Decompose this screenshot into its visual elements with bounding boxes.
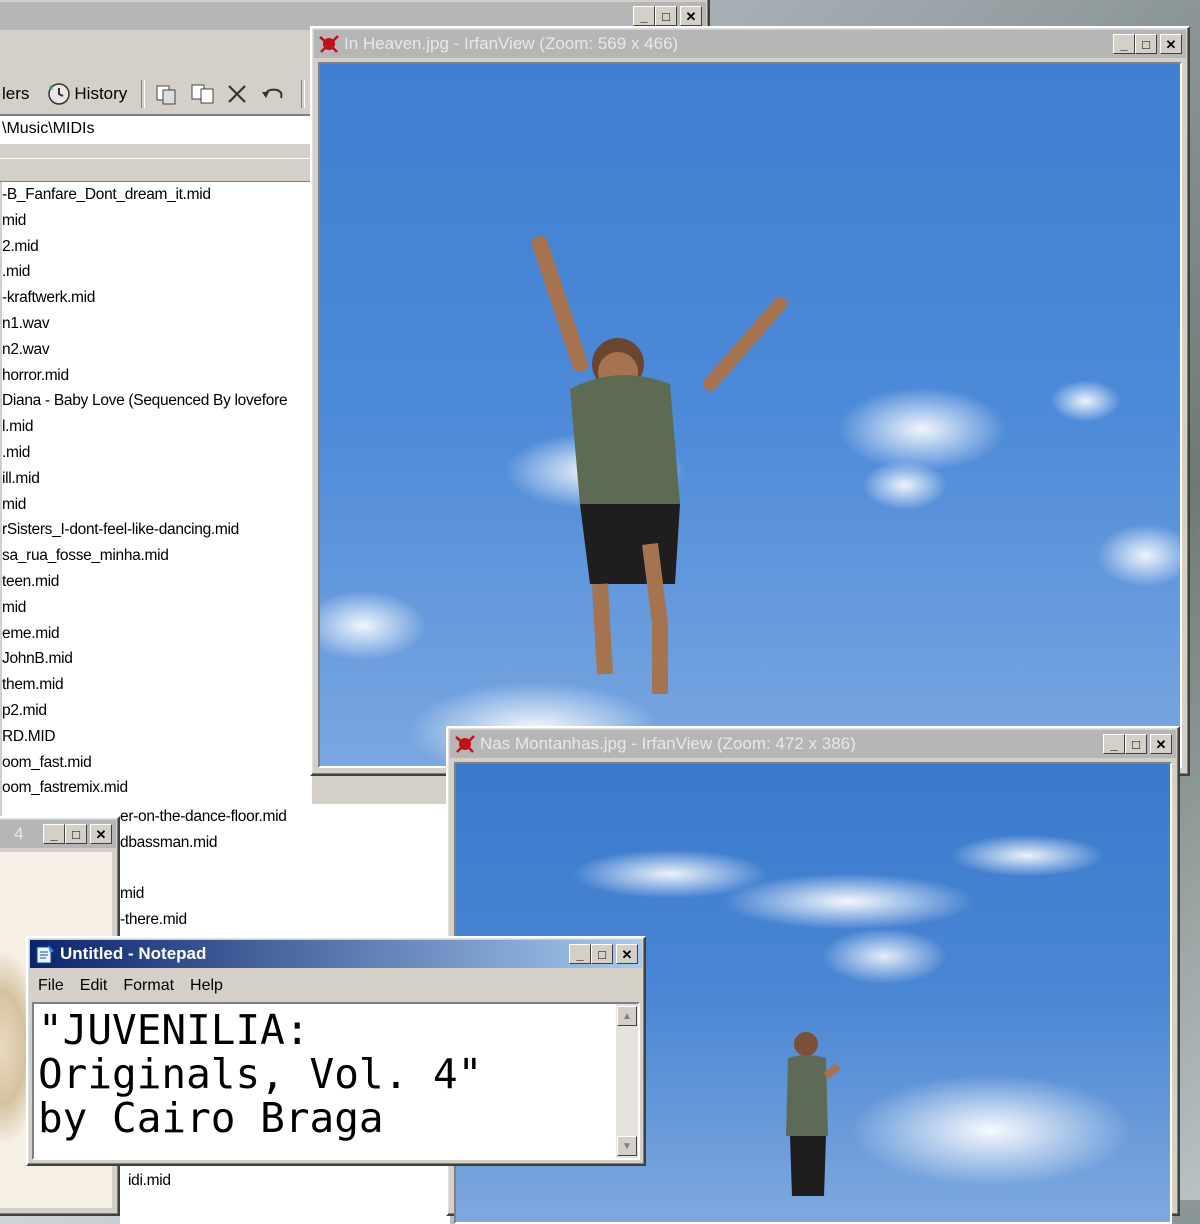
irfan1-titlebar[interactable]: In Heaven.jpg - IrfanView (Zoom: 569 x 4… [314,30,1186,58]
file-list-item[interactable]: oom_fast.mid [2,750,312,776]
file-list-item[interactable]: eme.mid [2,621,312,647]
irfan2-close-button[interactable]: ✕ [1150,734,1172,754]
person-standing-figure [786,1032,841,1196]
irfan1-close-button[interactable]: ✕ [1160,34,1182,54]
notepad-titlebar[interactable]: Untitled - Notepad _ □ ✕ [30,940,642,968]
file-list-item[interactable] [120,856,450,882]
move-to-icon[interactable] [153,82,181,106]
file-list-item[interactable]: mid [2,208,312,234]
file-list-item[interactable]: mid [2,595,312,621]
file-list-item[interactable]: idi.mid [128,1168,171,1194]
file-list-item[interactable]: rSisters_I-dont-feel-like-dancing.mid [2,517,312,543]
menu-file[interactable]: File [38,974,64,998]
file-list-item[interactable]: ill.mid [2,466,312,492]
file-list-item[interactable]: mid [120,881,450,907]
irfan1-title: In Heaven.jpg - IrfanView (Zoom: 569 x 4… [344,34,679,53]
file-list-item[interactable]: .mid [2,259,312,285]
person-jumping-figure [532,236,787,694]
history-label: History [74,84,128,103]
irfan2-minimize-button[interactable]: _ [1103,734,1125,754]
explorer-window-controls: _ □ ✕ [633,6,702,26]
file-list-item[interactable]: er-on-the-dance-floor.mid [120,804,450,830]
small-minimize-button[interactable]: _ [43,824,65,844]
file-list-item[interactable]: l.mid [2,414,312,440]
notepad-icon [36,945,54,964]
menu-edit[interactable]: Edit [80,974,108,998]
explorer-minimize-button[interactable]: _ [633,6,655,26]
irfanview-window-1: In Heaven.jpg - IrfanView (Zoom: 569 x 4… [310,26,1190,776]
history-button[interactable]: History [47,82,127,106]
history-icon [48,83,71,105]
toolbar-separator [301,80,306,108]
file-list-item[interactable]: 2.mid [2,234,312,260]
menu-format[interactable]: Format [123,974,174,998]
irfan1-image [318,62,1182,768]
small-maximize-button[interactable]: □ [65,824,87,844]
file-rows-bottom: idi.mid [128,1168,171,1194]
file-list-item[interactable]: -kraftwerk.mid [2,285,312,311]
file-list-item[interactable]: JohnB.mid [2,646,312,672]
file-list-item[interactable]: teen.mid [2,569,312,595]
column-header[interactable] [0,158,312,182]
notepad-minimize-button[interactable]: _ [569,944,591,964]
file-list-item[interactable]: n2.wav [2,337,312,363]
file-list-item[interactable]: n1.wav [2,311,312,337]
notepad-text-area[interactable]: "JUVENILIA: Originals, Vol. 4" by Cairo … [32,1002,640,1160]
irfan2-title: Nas Montanhas.jpg - IrfanView (Zoom: 472… [480,734,856,753]
notepad-maximize-button[interactable]: □ [591,944,613,964]
folders-button[interactable]: lers [2,84,29,104]
notepad-title: Untitled - Notepad [60,944,207,963]
menu-help[interactable]: Help [190,974,223,998]
file-rows: -B_Fanfare_Dont_dream_it.mid mid 2.mid .mi… [2,182,312,801]
irfan1-minimize-button[interactable]: _ [1113,34,1135,54]
irfan2-titlebar[interactable]: Nas Montanhas.jpg - IrfanView (Zoom: 472… [450,730,1176,758]
small-window-title: 4 [14,824,24,843]
notepad-menubar: File Edit Format Help [30,974,642,998]
file-list-item[interactable]: mid [2,492,312,518]
file-list-item[interactable]: .mid [2,440,312,466]
scroll-up-button[interactable]: ▲ [617,1006,637,1026]
notepad-close-button[interactable]: ✕ [616,944,638,964]
explorer-close-button[interactable]: ✕ [680,6,702,26]
small-window-titlebar[interactable]: 4 _ □ ✕ [0,820,116,848]
irfan2-window-controls: _ □ ✕ [1103,734,1172,754]
file-rows-lower: er-on-the-dance-floor.mid dbassman.mid mid… [120,804,450,933]
irfan1-maximize-button[interactable]: □ [1135,34,1157,54]
file-list-item[interactable]: them.mid [2,672,312,698]
file-list-item[interactable]: -there.mid [120,907,450,933]
notepad-window-controls: _ □ ✕ [569,944,638,964]
copy-to-icon[interactable] [189,82,217,106]
notepad-window: Untitled - Notepad _ □ ✕ File Edit Forma… [26,936,646,1166]
address-bar[interactable]: \Music\MIDIs [0,114,312,144]
address-path: \Music\MIDIs [2,120,95,137]
small-close-button[interactable]: ✕ [90,824,112,844]
file-list-item[interactable]: sa_rua_fosse_minha.mid [2,543,312,569]
toolbar-separator [141,80,146,108]
file-list-item[interactable]: -B_Fanfare_Dont_dream_it.mid [2,182,312,208]
file-list-item[interactable]: RD.MID [2,724,312,750]
scroll-down-button[interactable]: ▼ [617,1136,637,1156]
notepad-scrollbar[interactable]: ▲ ▼ [616,1004,638,1158]
file-list-item[interactable]: horror.mid [2,363,312,389]
file-list-item[interactable]: oom_fastremix.mid [2,775,312,801]
undo-icon[interactable] [259,82,287,106]
irfanview-icon [455,735,475,753]
irfan2-maximize-button[interactable]: □ [1125,734,1147,754]
notepad-text: "JUVENILIA: Originals, Vol. 4" by Cairo … [38,1006,483,1142]
file-list-item[interactable]: dbassman.mid [120,830,450,856]
delete-icon[interactable] [225,82,249,106]
small-window-controls: _ □ ✕ [43,824,112,844]
file-list: -B_Fanfare_Dont_dream_it.mid mid 2.mid .mi… [2,182,312,842]
irfan1-window-controls: _ □ ✕ [1113,34,1182,54]
file-list-item[interactable]: p2.mid [2,698,312,724]
irfanview-icon [319,35,339,53]
explorer-maximize-button[interactable]: □ [655,6,677,26]
file-list-item[interactable]: Diana - Baby Love (Sequenced By lovefore [2,388,312,414]
